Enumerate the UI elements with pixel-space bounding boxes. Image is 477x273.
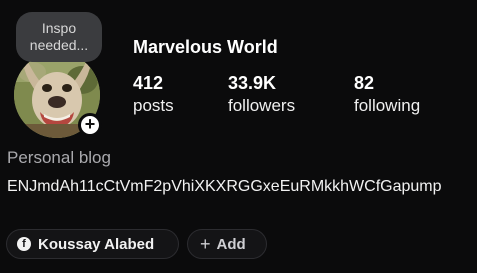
- following-stat[interactable]: 82 following: [354, 72, 420, 118]
- posts-count: 412: [133, 73, 164, 93]
- posts-label: posts: [133, 96, 174, 115]
- following-label: following: [354, 96, 421, 115]
- facebook-icon: f: [17, 237, 31, 251]
- posts-stat[interactable]: 412 posts: [133, 72, 174, 118]
- followers-count: 33.9K: [228, 73, 277, 93]
- profile-display-name: Marvelous World: [133, 37, 278, 57]
- following-count: 82: [354, 73, 375, 93]
- facebook-link-label: Koussay Alabed: [38, 235, 155, 253]
- facebook-link-chip[interactable]: f Koussay Alabed: [6, 229, 179, 259]
- bio-text: ENJmdAh11cCtVmF2pVhiXKXRGGxeEuRMkkhWCfGa…: [7, 178, 442, 195]
- plus-icon: +: [200, 233, 211, 254]
- add-story-icon[interactable]: +: [78, 113, 102, 137]
- profile-category: Personal blog: [7, 148, 111, 167]
- add-link-label: Add: [216, 235, 246, 253]
- followers-stat[interactable]: 33.9K followers: [228, 72, 295, 118]
- note-bubble[interactable]: Inspo needed...: [16, 12, 102, 62]
- add-link-button[interactable]: + Add: [187, 229, 267, 259]
- followers-label: followers: [228, 96, 296, 115]
